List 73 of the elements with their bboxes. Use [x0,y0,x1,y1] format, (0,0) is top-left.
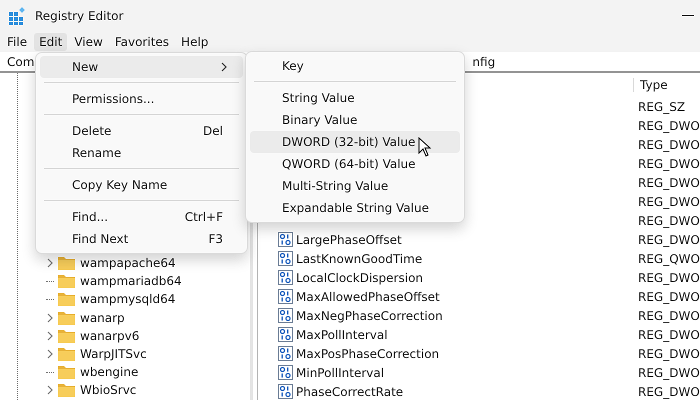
menu-option[interactable]: Delete Del [40,120,243,142]
folder-icon [58,274,75,288]
binary-value-icon [278,270,294,285]
value-type: REG_DWO [638,346,700,360]
value-type: REG_DWO [638,118,700,132]
value-name[interactable]: LargePhaseOffset [296,232,402,246]
tree-item[interactable]: wanarpv6 [80,328,140,343]
value-type: REG_DWO [638,290,700,304]
column-header[interactable]: Type [633,78,668,92]
menu-option[interactable]: Rename [40,142,243,164]
menu-item[interactable]: Edit [34,33,68,51]
value-name[interactable]: LastKnownGoodTime [296,252,422,266]
value-name[interactable]: PhaseCorrectRate [296,384,404,398]
menu-option[interactable]: Copy Key Name [40,174,243,196]
mouse-cursor-icon [418,137,432,158]
binary-value-icon [278,289,294,304]
value-name[interactable]: MaxPollInterval [296,328,388,342]
value-type: REG_DWO [638,270,700,284]
folder-icon [58,383,75,398]
registry-icon [8,7,26,25]
value-type: REG_DWO [638,384,700,398]
menu-option[interactable]: New [40,56,243,78]
value-name[interactable]: MaxAllowedPhaseOffset [296,290,440,304]
value-type: REG_DWO [638,328,700,342]
tree-item[interactable]: wampmariadb64 [80,274,182,288]
value-type: REG_DWO [638,194,700,208]
value-name[interactable]: MaxNegPhaseCorrection [296,308,443,322]
menu-item[interactable]: Favorites [110,33,174,51]
tree-item[interactable]: wampmysqld64 [80,292,176,306]
tree-item[interactable]: wampapache64 [80,256,176,270]
menu-option[interactable]: Permissions... [40,88,243,110]
menu-option[interactable]: Binary Value [250,109,460,131]
binary-value-icon [278,365,294,380]
menu-option[interactable]: Find... Ctrl+F [40,206,243,228]
menu-item[interactable]: Help [176,33,214,51]
menu-item[interactable]: File [2,33,32,51]
binary-value-icon [278,232,294,247]
value-type: REG_DWO [638,366,700,380]
folder-icon [58,328,75,343]
menu-option[interactable]: Multi-String Value [250,175,460,197]
value-type: REG_DWO [638,176,700,190]
tree-item[interactable]: WarpJITSvc [80,347,147,362]
menu-option[interactable]: QWORD (64-bit) Value [250,153,460,175]
value-name[interactable]: LocalClockDispersion [296,270,424,284]
binary-value-icon [278,308,294,323]
menu-option[interactable]: Find Next F3 [40,228,243,250]
tree-item[interactable]: wbengine [80,365,138,380]
folder-icon [58,292,75,306]
menu-option[interactable]: Expandable String Value [250,197,460,219]
folder-icon [58,310,75,325]
folder-icon [58,365,75,380]
menu-option[interactable]: Key [250,55,460,77]
folder-icon [58,347,75,362]
binary-value-icon [278,327,294,342]
value-type: REG_DWO [638,232,700,246]
menu-item[interactable]: View [69,33,108,51]
value-type: REG_DWO [638,214,700,228]
tree-item[interactable]: wanarp [80,310,125,325]
value-type: REG_QWO [638,252,700,266]
binary-value-icon [278,346,294,361]
value-type: REG_DWO [638,138,700,152]
menu-option[interactable]: DWORD (32-bit) Value [250,131,460,153]
value-type: REG_DWO [638,156,700,170]
value-type: REG_SZ [638,100,686,114]
value-name[interactable]: MaxPosPhaseCorrection [296,346,440,360]
folder-icon [58,256,75,270]
value-name[interactable]: MinPollInterval [296,366,384,380]
minimize-icon[interactable] [682,15,694,17]
binary-value-icon [278,251,294,266]
tree-item[interactable]: WbioSrvc [80,383,136,398]
value-type: REG_DWO [638,308,700,322]
window-title: Registry Editor [35,9,124,23]
menu-option[interactable]: String Value [250,87,460,109]
